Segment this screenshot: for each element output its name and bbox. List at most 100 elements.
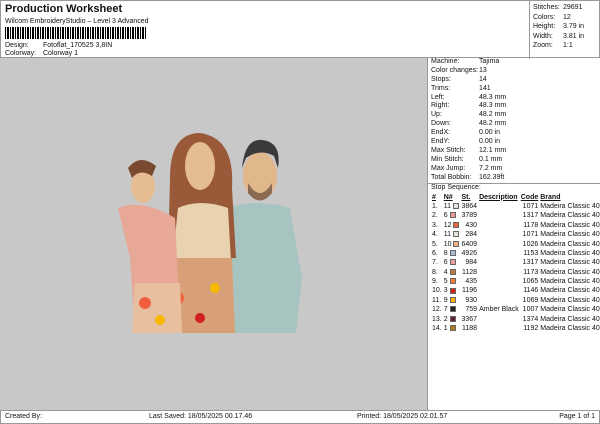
stitch-count: 1196 [462,287,478,295]
needle-value: 6 [443,259,448,267]
color-code: 1071 [522,231,539,239]
embroidery-design-image [118,133,302,333]
info-label: Color changes: [431,66,479,74]
needle-number: 3 [443,286,461,295]
thread-brand: Madeira Classic 40 [540,202,600,210]
stitch-count: 1188 [462,325,478,333]
color-description [478,211,520,220]
printed-date: Printed: 18/05/2025 02.01.57 [357,413,448,420]
color-code: 1007 [522,306,539,314]
color-code: 1153 [523,249,539,257]
thread-brand: Madeira Classic 40 [540,249,600,257]
stop-index: 13. [432,315,442,323]
last-saved: Last Saved: 18/05/2025 00.17.46 [149,413,253,420]
stat-value: 1:1 [563,42,573,49]
thread-brand: Madeira Classic 40 [540,306,600,314]
stitch-count: 435 [465,278,478,286]
color-swatch [449,315,456,322]
info-value: 162.39ft [479,173,505,181]
stop-row: 8. 4 1128 1173 Madeira Classic 40 [431,267,600,276]
info-row: Machine: Tajima [428,58,600,67]
color-swatch [452,203,459,210]
color-swatch [449,287,456,294]
stop-sequence-table: # N# St. Description Code Brand 1. 11 3864 1071… [431,192,600,333]
info-label: Stops: [431,75,451,83]
color-code: 1317 [522,212,539,220]
column-header: # [432,193,436,201]
stat-value: 3.79 in [563,23,585,30]
color-code: 1173 [523,268,539,276]
needle-value: 7 [443,306,448,314]
needle-value: 6 [443,212,448,220]
stitch-count: 1128 [462,268,478,276]
design-row: Design: Fotoflat_170525 3,8IN [5,42,265,49]
needle-number: 2 [443,314,461,323]
column-header: Brand [540,193,561,201]
info-label: Trims: [431,84,451,92]
stop-row: 2. 6 3789 1317 Madeira Classic 40 [431,211,600,220]
color-swatch [449,325,456,332]
info-value: 14 [479,75,487,83]
needle-number: 6 [443,211,461,220]
stop-index: 11. [432,296,442,304]
color-code: 1178 [523,221,539,229]
info-row: EndX: 0.00 in [428,129,600,138]
color-swatch [449,268,456,275]
stats-panel: Stitches: 29691 Colors: 12 Height: 3.79 in Wid… [529,1,600,59]
color-description [478,249,520,258]
barcode [5,27,147,39]
info-label: Max Jump: [431,164,466,172]
info-row: Color changes:13 [428,67,600,76]
needle-value: 3 [443,287,448,295]
stitch-count: 284 [465,231,478,239]
worksheet-header: Production Worksheet Wilcom EmbroiderySt… [0,0,600,59]
needle-value: 8 [443,249,448,257]
page-number: Page 1 of 1 [559,413,595,420]
stat-row: Colors: 12 [533,13,598,23]
software-name: Wilcom EmbroideryStudio – Level 3 Advanc… [5,18,149,25]
info-value: 0.00 in [479,138,501,146]
info-value: 0.1 mm [479,155,503,163]
column-header: N# [443,193,453,201]
thread-brand: Madeira Classic 40 [540,268,600,276]
info-value: 13 [479,66,487,74]
stop-index: 3. [432,221,438,229]
needle-value: 2 [443,315,448,323]
info-label: Right: [431,102,450,110]
info-row: Min Stitch: 0.1 mm [428,156,600,165]
color-description [478,221,520,230]
color-description [478,296,520,305]
thread-brand: Madeira Classic 40 [540,325,600,333]
color-swatch [452,231,459,238]
design-label: Design: [5,42,29,49]
needle-number: 10 [443,239,461,248]
color-swatch [449,250,456,257]
stop-row: 13. 2 3367 1374 Madeira Classic 40 [431,314,600,323]
colorway-value: Colorway 1 [43,50,79,57]
color-swatch [453,221,460,228]
stop-index: 9. [432,278,438,286]
info-value: 48.2 mm [479,120,507,128]
column-header: St. [461,193,471,201]
needle-number: 7 [443,305,461,314]
stop-index: 14. [432,325,442,333]
thread-brand: Madeira Classic 40 [540,259,600,267]
stop-row: 10. 3 1196 1146 Madeira Classic 40 [431,286,600,295]
design-preview [0,58,428,410]
info-value: 7.2 mm [479,164,503,172]
stop-row: 9. 5 435 1065 Madeira Classic 40 [431,277,600,286]
color-code: 1065 [522,278,539,286]
info-row: Total Bobbin: 162.39ft [428,174,600,183]
stop-row: 6. 8 4926 1153 Madeira Classic 40 [431,249,600,258]
needle-value: 10 [443,240,452,248]
colorway-row: Colorway: Colorway 1 [5,50,265,57]
thread-brand: Madeira Classic 40 [540,212,600,220]
info-row: Max Jump: 7.2 mm [428,165,600,174]
info-value: 48.3 mm [479,102,507,110]
needle-number: 11 [443,202,461,211]
needle-number: 8 [443,249,461,258]
design-value: Fotoflat_170525 3,8IN [43,42,113,49]
info-row: Stops: 14 [428,76,600,85]
created-by: Created By: [5,413,42,420]
colorway-label: Colorway: [5,50,37,57]
